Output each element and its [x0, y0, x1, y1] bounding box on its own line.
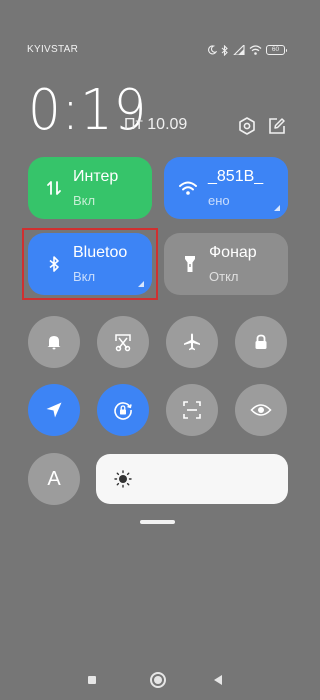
wifi-icon [249, 45, 262, 55]
tile-wifi-status: ено [208, 193, 230, 208]
tile-wifi-title: _851B_ [208, 168, 264, 185]
expand-arrow-icon[interactable] [274, 205, 280, 211]
airplane-icon [184, 333, 200, 351]
flashlight-icon [185, 256, 195, 272]
expand-arrow-icon[interactable] [138, 281, 144, 287]
tile-flashlight[interactable]: Фонар Откл [164, 233, 288, 295]
date-label[interactable]: Пт 10.09 [124, 116, 187, 134]
toggle-airplane[interactable] [166, 316, 218, 368]
back-button[interactable] [214, 675, 222, 685]
signal-icon [233, 45, 245, 55]
drag-handle[interactable] [140, 520, 175, 524]
auto-brightness-label: A [47, 467, 61, 490]
tile-bluetooth-title: Bluetoo [73, 244, 128, 261]
tile-internet[interactable]: Интер Вкл [28, 157, 152, 219]
moon-icon [208, 45, 217, 55]
recents-button[interactable] [88, 676, 96, 684]
wifi-icon [179, 181, 197, 195]
toggle-auto-rotate[interactable] [97, 384, 149, 436]
tile-wifi[interactable]: _851B_ ено [164, 157, 288, 219]
mobile-data-icon [47, 181, 61, 195]
toggle-screenshot[interactable] [97, 316, 149, 368]
status-icons: 60 [207, 43, 287, 57]
settings-icon[interactable] [237, 116, 257, 136]
bluetooth-icon [49, 256, 59, 272]
toggle-auto-brightness[interactable]: A [28, 453, 80, 505]
eye-icon [250, 404, 272, 416]
tile-internet-title: Интер [73, 168, 119, 185]
toggle-lock-screen[interactable] [235, 316, 287, 368]
rotate-lock-icon [114, 402, 132, 420]
toggle-location[interactable] [28, 384, 80, 436]
toggle-reading-mode[interactable] [235, 384, 287, 436]
bluetooth-icon [221, 44, 228, 56]
bell-icon [47, 336, 61, 350]
tile-bluetooth[interactable]: Bluetoo Вкл [28, 233, 152, 295]
toggle-sound[interactable] [28, 316, 80, 368]
tile-fade [134, 157, 152, 219]
tile-fade [270, 233, 288, 295]
navigation-bar [0, 665, 315, 695]
location-icon [46, 402, 62, 418]
battery-icon: 60 [266, 45, 287, 55]
scissors-icon [115, 334, 131, 352]
tile-flashlight-title: Фонар [209, 244, 257, 261]
tile-bluetooth-status: Вкл [73, 269, 96, 284]
tile-flashlight-status: Откл [209, 269, 239, 284]
sun-icon [114, 470, 132, 488]
scan-icon [183, 401, 201, 419]
tile-internet-status: Вкл [73, 193, 96, 208]
toggle-scanner[interactable] [166, 384, 218, 436]
lock-icon [255, 334, 267, 349]
status-bar: KYIVSTAR 60 [0, 40, 315, 60]
brightness-slider[interactable] [96, 454, 288, 504]
home-button[interactable] [150, 672, 166, 688]
edit-icon[interactable] [267, 116, 287, 136]
carrier-name: KYIVSTAR [27, 44, 79, 55]
